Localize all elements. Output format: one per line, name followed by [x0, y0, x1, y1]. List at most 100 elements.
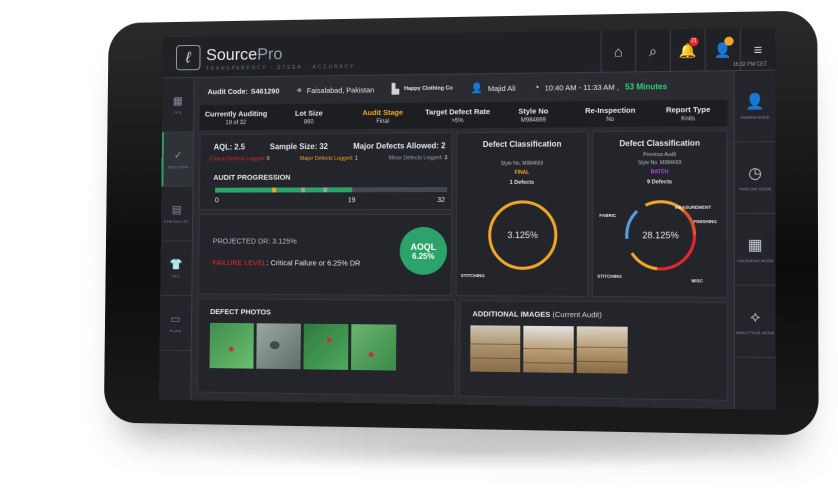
critical-count: 0	[267, 156, 270, 162]
summary-header: Currently Auditing	[205, 109, 267, 118]
summary-header: Lot Size	[295, 108, 323, 117]
summary-header: Style No	[518, 106, 548, 115]
rightnav-label: CALENDAR MODE	[737, 258, 773, 263]
auditor: 👤 Majid Ali	[470, 82, 515, 93]
search-icon[interactable]: ⌕	[635, 29, 670, 72]
dc-style: Style No. M984669	[457, 160, 587, 167]
progress-start: 0	[215, 197, 219, 204]
aql-value: AQL: 2.5	[214, 143, 245, 152]
defect-photo[interactable]	[210, 323, 254, 369]
document-icon: ▭	[171, 313, 181, 326]
rightnav-item-timeline[interactable]: ◷ TIMELINE MODE	[735, 142, 776, 214]
summary-value: >5%	[451, 118, 463, 124]
brand-name: SourcePro	[206, 45, 282, 66]
donut-value: 3.125%	[507, 230, 538, 240]
right-nav: 👤 SWARM MODE ◷ TIMELINE MODE ▦ CALENDAR MOD…	[734, 71, 776, 410]
leftnav-item-tfs[interactable]: ▦ TFS	[162, 78, 194, 133]
defect-photo[interactable]	[351, 324, 396, 370]
summary-value: Final	[376, 118, 389, 124]
shirt-icon: 👕	[170, 258, 183, 271]
dc-stage: BATCH	[593, 169, 726, 176]
tagline: TRANSPARENCY · STEER · ACCURACY	[206, 64, 355, 72]
summary-cell: Currently Auditing 19 of 32	[200, 104, 273, 130]
carton-image[interactable]	[470, 325, 520, 372]
progress-marker	[272, 188, 276, 193]
photos-title: DEFECT PHOTOS	[210, 307, 271, 316]
person-icon: 👤	[745, 92, 764, 111]
progress-fill	[215, 187, 352, 192]
time-range-text: 10:40 AM - 11:33 AM ,	[545, 82, 619, 92]
brand-main: Source	[206, 45, 257, 64]
clock-text: 15:32 PM CET	[733, 61, 767, 68]
images-title: ADDITIONAL IMAGES (Current Audit)	[472, 309, 601, 319]
donut-label: STITCHING	[597, 274, 622, 279]
defect-spot	[327, 338, 332, 343]
vendor-text: Happy Clothing Co	[404, 86, 453, 92]
home-icon[interactable]: ⌂	[601, 30, 636, 73]
summary-cell: Lot Size 860	[272, 104, 346, 130]
duration-text: 53 Minutes	[625, 82, 667, 92]
defect-photo[interactable]	[256, 323, 301, 369]
clock-icon: ◷	[748, 164, 762, 182]
critical-logged: Critical Defects Logged: 0	[210, 156, 270, 162]
donut-label: MISC	[691, 278, 703, 283]
aql-panel: AQL: 2.5 Sample Size: 32 Major Defects A…	[199, 132, 453, 210]
top-bar: ℓ SourcePro TRANSPARENCY · STEER · ACCUR…	[163, 28, 776, 79]
image-thumbs	[470, 325, 627, 373]
aoql-badge: AOQL 6.25%	[400, 227, 448, 275]
rightnav-item-analytical[interactable]: ⟡ ANALYTICAL MODE	[735, 286, 776, 358]
summary-value: M984669	[521, 117, 546, 123]
summary-header: Audit Stage	[362, 107, 403, 116]
defect-photo[interactable]	[303, 324, 348, 370]
defect-classification-previous: Defect Classification Previous Audit Sty…	[592, 130, 728, 298]
major-count: 1	[355, 156, 358, 162]
defect-spot	[270, 341, 280, 349]
summary-cell: Re-Inspection No	[572, 100, 649, 127]
summary-bar: Currently Auditing 19 of 32 Lot Size 860 A…	[200, 100, 728, 131]
projection-panel: PROJECTED DR: 3.125% FAILURE LEVEL: Crit…	[198, 214, 452, 296]
rightnav-item-calendar[interactable]: ▦ CALENDAR MODE	[735, 214, 776, 286]
brand-sub: Pro	[257, 45, 282, 64]
aql-row: AQL: 2.5 Sample Size: 32 Major Defects A…	[214, 141, 446, 151]
leftnav-label: CHECKLIST	[164, 219, 189, 224]
donut-label: MEASUREMENT	[675, 205, 711, 210]
summary-value: 19 of 32	[226, 120, 247, 126]
dc-subtitle: Previous Audit	[593, 152, 726, 159]
defect-spot	[229, 347, 234, 352]
leftnav-item-section[interactable]: ✓ SECTION	[161, 132, 193, 187]
progress-current: 19	[348, 197, 356, 204]
summary-cell: Audit Stage Final	[346, 103, 421, 129]
summary-cell: Target Defect Rate >5%	[420, 102, 495, 129]
defect-classification-current: Defect Classification Style No. M984669 …	[456, 131, 589, 297]
progress-marker	[323, 187, 327, 192]
failure-label: FAILURE LEVEL	[212, 258, 266, 267]
rightnav-label: SWARM MODE	[740, 115, 769, 120]
carton-image[interactable]	[523, 326, 574, 373]
minor-label: Minor Defects Logged:	[389, 155, 443, 161]
audit-info-bar: Audit Code: S461290 ⌖ Faisalabad, Pakista…	[200, 75, 727, 101]
calendar-icon: ▦	[748, 235, 763, 254]
leftnav-item-plan[interactable]: ▭ PLAN	[160, 296, 192, 351]
rightnav-item-swarm[interactable]: 👤 SWARM MODE	[735, 71, 776, 143]
summary-cell: Style No M984669	[495, 101, 571, 128]
box-edge	[523, 362, 573, 364]
minor-count: 3	[444, 155, 447, 161]
donut-current: 3.125%	[457, 193, 590, 294]
major-label: Major Defects Logged:	[300, 156, 354, 162]
progression-title: AUDIT PROGRESSION	[213, 173, 290, 182]
logo-icon: ℓ	[176, 45, 201, 71]
bell-icon[interactable]: 🔔 21	[670, 29, 705, 72]
leftnav-item-tec[interactable]: 👕 TEC	[160, 241, 192, 296]
factory-icon: ▙	[392, 84, 400, 95]
summary-header: Re-Inspection	[585, 105, 635, 115]
box-edge	[470, 357, 520, 359]
stopwatch-icon: ◔	[534, 82, 540, 93]
progress-end: 32	[437, 197, 445, 204]
dc-count: 9 Defects	[593, 179, 726, 186]
carton-image[interactable]	[577, 326, 628, 373]
failure-text: : Critical Failure or 6.25% DR	[267, 258, 361, 267]
minor-logged: Minor Defects Logged: 3	[389, 155, 448, 161]
message-badge	[724, 37, 733, 46]
leftnav-item-checklist[interactable]: ▤ CHECKLIST	[161, 187, 193, 242]
aoql-title: AOQL	[411, 241, 437, 251]
